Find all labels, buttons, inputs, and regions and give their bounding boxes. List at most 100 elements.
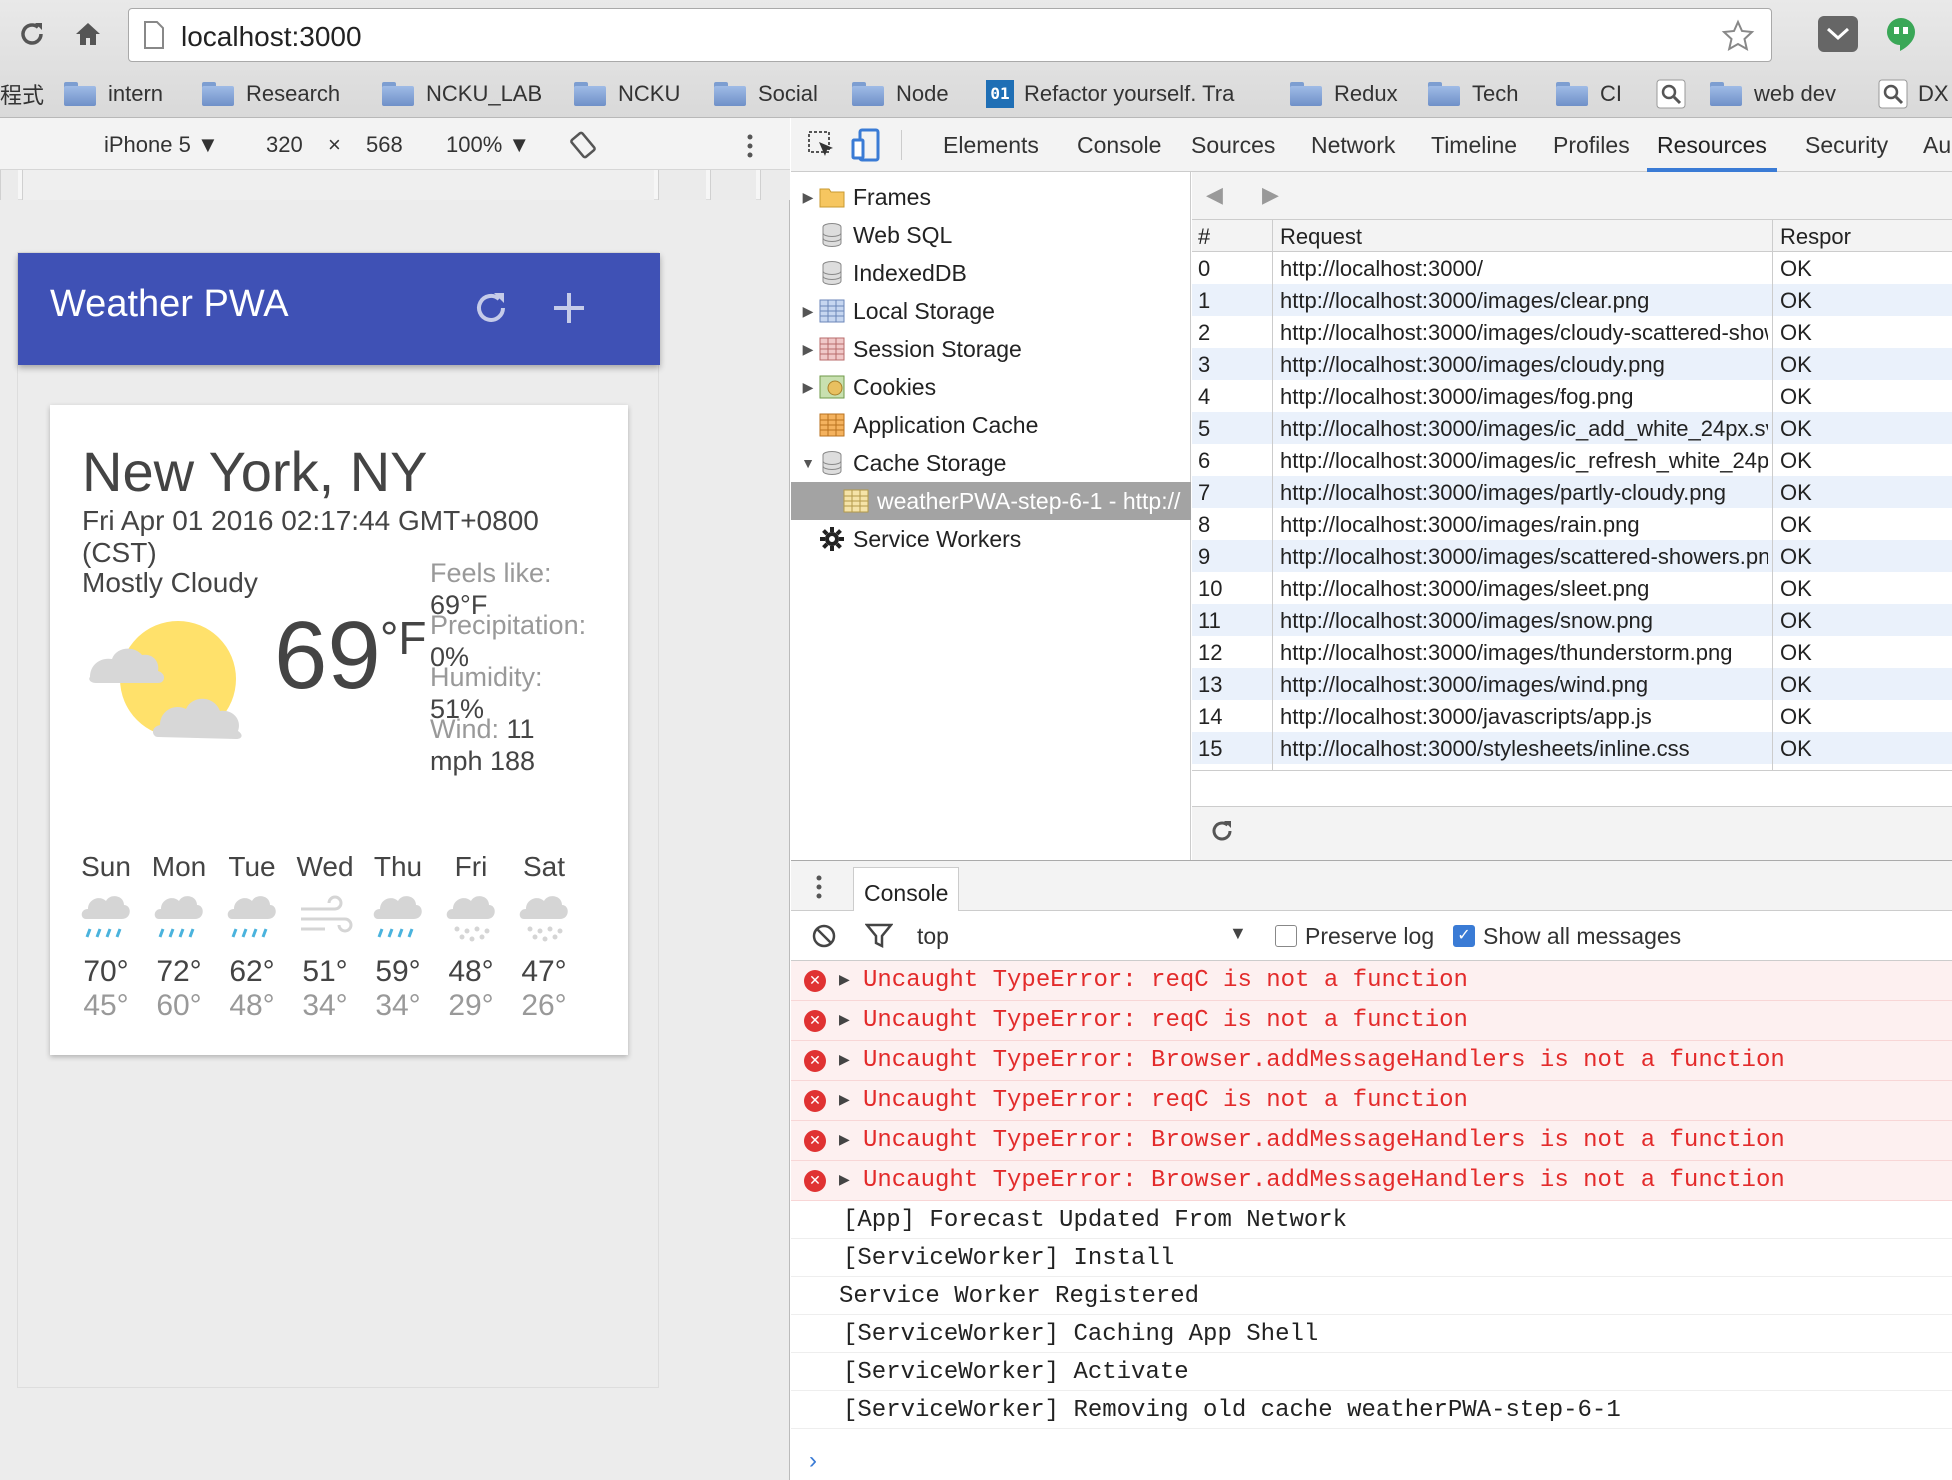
drawer-menu-icon[interactable] — [813, 873, 825, 901]
bookmark-web-dev[interactable]: web dev — [1710, 76, 1836, 112]
home-icon[interactable] — [66, 12, 110, 56]
add-icon[interactable] — [548, 287, 590, 329]
filter-icon[interactable] — [865, 923, 893, 949]
tree-item-cookies[interactable]: ▶ Cookies — [791, 368, 1191, 406]
console-drawer-tab[interactable]: Console — [853, 867, 959, 911]
expand-arrow-icon[interactable]: ▶ — [839, 1052, 850, 1068]
tree-item-frames[interactable]: ▶ Frames — [791, 178, 1191, 216]
table-row[interactable]: 15 http://localhost:3000/stylesheets/inli… — [1192, 732, 1952, 764]
preserve-log-checkbox[interactable] — [1275, 925, 1297, 947]
pocket-extension-icon[interactable] — [1818, 16, 1858, 52]
bookmark-dx[interactable]: DX — [1878, 76, 1949, 112]
console-error-message[interactable]: ✕ ▶ Uncaught TypeError: reqC is not a func… — [791, 1001, 1952, 1041]
collapsed-arrow-icon[interactable]: ▶ — [797, 303, 819, 320]
show-all-messages-checkbox[interactable]: ✓ — [1453, 925, 1475, 947]
bookmark-redux[interactable]: Redux — [1290, 76, 1398, 112]
table-row[interactable]: 0 http://localhost:3000/OK — [1192, 252, 1952, 284]
table-row[interactable]: 9 http://localhost:3000/images/scattered-… — [1192, 540, 1952, 572]
context-dropdown-icon[interactable]: ▼ — [1229, 923, 1247, 944]
bookmark-intern[interactable]: intern — [64, 76, 163, 112]
tab-profiles[interactable]: Profiles — [1553, 132, 1630, 159]
device-mode-icon[interactable] — [851, 128, 881, 162]
console-error-message[interactable]: ✕ ▶ Uncaught TypeError: Browser.addMessage… — [791, 1041, 1952, 1081]
table-row[interactable]: 14 http://localhost:3000/javascripts/app.… — [1192, 700, 1952, 732]
tab-resources[interactable]: Resources — [1657, 132, 1767, 159]
collapsed-arrow-icon[interactable]: ▶ — [797, 379, 819, 396]
table-row[interactable]: 7 http://localhost:3000/images/partly-clo… — [1192, 476, 1952, 508]
device-height-input[interactable]: 568 — [366, 132, 403, 158]
column-header[interactable]: # — [1198, 224, 1210, 250]
bookmark-node[interactable]: Node — [852, 76, 949, 112]
table-row[interactable]: 4 http://localhost:3000/images/fog.png OK — [1192, 380, 1952, 412]
table-row[interactable]: 1 http://localhost:3000/images/clear.png O… — [1192, 284, 1952, 316]
bookmark-ncku-lab[interactable]: NCKU_LAB — [382, 76, 542, 112]
clear-console-icon[interactable] — [811, 923, 837, 949]
row-url: http://localhost:3000/images/ic_add_whit… — [1280, 416, 1768, 441]
row-url: http://localhost:3000/images/partly-clou… — [1280, 480, 1726, 505]
console-error-message[interactable]: ✕ ▶ Uncaught TypeError: reqC is not a func… — [791, 961, 1952, 1001]
device-width-input[interactable]: 320 — [266, 132, 303, 158]
tree-item-cache[interactable]: ▼ Cache Storage — [791, 444, 1191, 482]
tab-network[interactable]: Network — [1311, 132, 1395, 159]
collapsed-arrow-icon[interactable]: ▶ — [797, 341, 819, 358]
console-prompt[interactable]: › — [809, 1447, 817, 1475]
bookmark-social[interactable]: Social — [714, 76, 818, 112]
table-row[interactable]: 10 http://localhost:3000/images/sleet.png… — [1192, 572, 1952, 604]
tab-console[interactable]: Console — [1077, 132, 1161, 159]
tree-item-web[interactable]: Web SQL — [791, 216, 1191, 254]
expand-arrow-icon[interactable]: ▶ — [839, 972, 850, 988]
refresh-icon[interactable] — [470, 287, 512, 329]
expand-arrow-icon[interactable]: ▶ — [839, 1092, 850, 1108]
address-bar[interactable]: localhost:3000 — [128, 8, 1772, 62]
console-error-message[interactable]: ✕ ▶ Uncaught TypeError: Browser.addMessage… — [791, 1161, 1952, 1201]
tree-item-indexeddb[interactable]: IndexedDB — [791, 254, 1191, 292]
expand-arrow-icon[interactable]: ▶ — [839, 1132, 850, 1148]
tab-security[interactable]: Security — [1805, 132, 1888, 159]
table-row[interactable]: 13 http://localhost:3000/images/wind.png O… — [1192, 668, 1952, 700]
next-page-icon[interactable]: ▶ — [1262, 182, 1279, 208]
table-row[interactable]: 3 http://localhost:3000/images/cloudy.png… — [1192, 348, 1952, 380]
tab-aud[interactable]: Aud — [1923, 132, 1952, 159]
console-error-message[interactable]: ✕ ▶ Uncaught TypeError: Browser.addMessage… — [791, 1121, 1952, 1161]
table-row[interactable]: 11 http://localhost:3000/images/snow.png O… — [1192, 604, 1952, 636]
refresh-cache-icon[interactable] — [1208, 817, 1236, 845]
tab-timeline[interactable]: Timeline — [1431, 132, 1517, 159]
bookmark-ncku[interactable]: NCKU — [574, 76, 680, 112]
bookmark-star-icon[interactable] — [1721, 19, 1755, 53]
console-error-message[interactable]: ✕ ▶ Uncaught TypeError: reqC is not a func… — [791, 1081, 1952, 1121]
column-header[interactable]: Request — [1280, 224, 1362, 250]
table-row[interactable]: 8 http://localhost:3000/images/rain.png OK — [1192, 508, 1952, 540]
expanded-arrow-icon[interactable]: ▼ — [797, 455, 819, 471]
table-row[interactable]: 5 http://localhost:3000/images/ic_add_whi… — [1192, 412, 1952, 444]
tree-item-service[interactable]: Service Workers — [791, 520, 1191, 558]
row-url: http://localhost:3000/ — [1280, 256, 1484, 281]
rotate-icon[interactable] — [568, 130, 598, 160]
bookmark-ci[interactable]: CI — [1556, 76, 1622, 112]
table-row[interactable]: 6 http://localhost:3000/images/ic_refresh… — [1192, 444, 1952, 476]
tree-item-weatherpwa-step-6-1[interactable]: weatherPWA-step-6-1 - http:// — [791, 482, 1191, 520]
tab-sources[interactable]: Sources — [1191, 132, 1275, 159]
hangouts-extension-icon[interactable] — [1884, 16, 1918, 52]
device-select[interactable]: iPhone 5 ▼ — [104, 132, 219, 158]
reload-icon[interactable] — [10, 12, 54, 56]
expand-arrow-icon[interactable]: ▶ — [839, 1012, 850, 1028]
bookmark-research[interactable]: Research — [202, 76, 340, 112]
table-row[interactable]: 2 http://localhost:3000/images/cloudy-sca… — [1192, 316, 1952, 348]
bookmark-refactor-yourself-tra[interactable]: 01 Refactor yourself. Tra — [986, 76, 1234, 112]
more-options-icon[interactable] — [742, 132, 758, 160]
context-select[interactable]: top — [917, 923, 949, 950]
expand-arrow-icon[interactable]: ▶ — [839, 1172, 850, 1188]
inspect-element-icon[interactable] — [807, 130, 837, 160]
collapsed-arrow-icon[interactable]: ▶ — [797, 189, 819, 206]
bookmark-tech[interactable]: Tech — [1428, 76, 1518, 112]
bookmark-search[interactable] — [1656, 76, 1696, 112]
column-header[interactable]: Respor — [1780, 224, 1851, 250]
table-row[interactable]: 12 http://localhost:3000/images/thunderst… — [1192, 636, 1952, 668]
tree-item-application[interactable]: Application Cache — [791, 406, 1191, 444]
tab-elements[interactable]: Elements — [943, 132, 1039, 159]
bookmark--[interactable]: 程式 — [0, 76, 44, 112]
previous-page-icon[interactable]: ◀ — [1206, 182, 1223, 208]
tree-item-session[interactable]: ▶ Session Storage — [791, 330, 1191, 368]
zoom-select[interactable]: 100% ▼ — [446, 132, 530, 158]
tree-item-local[interactable]: ▶ Local Storage — [791, 292, 1191, 330]
